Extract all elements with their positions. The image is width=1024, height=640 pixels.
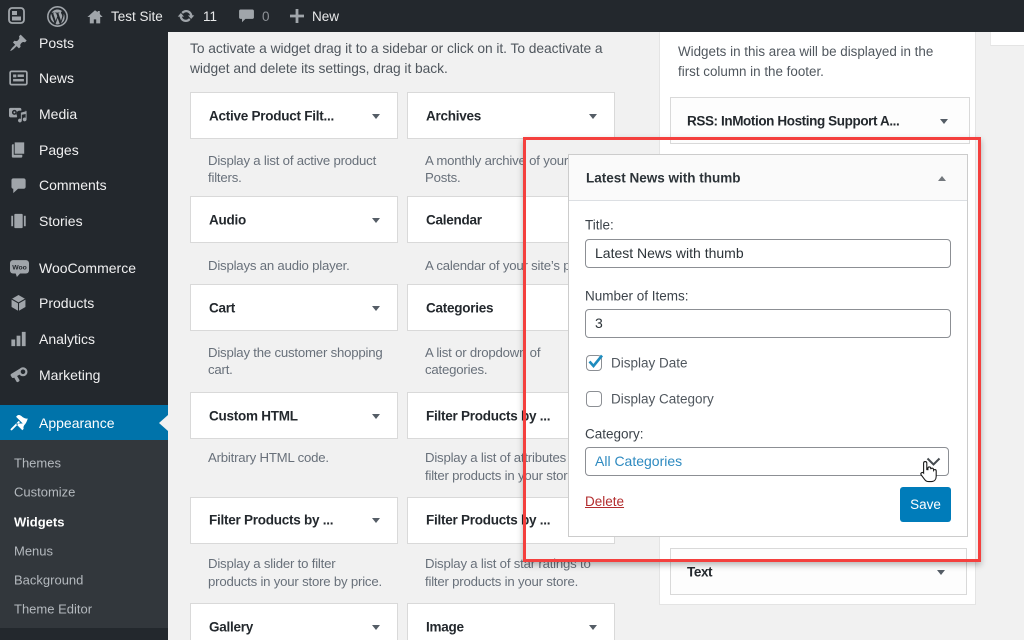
svg-text:Woo: Woo	[12, 264, 27, 271]
